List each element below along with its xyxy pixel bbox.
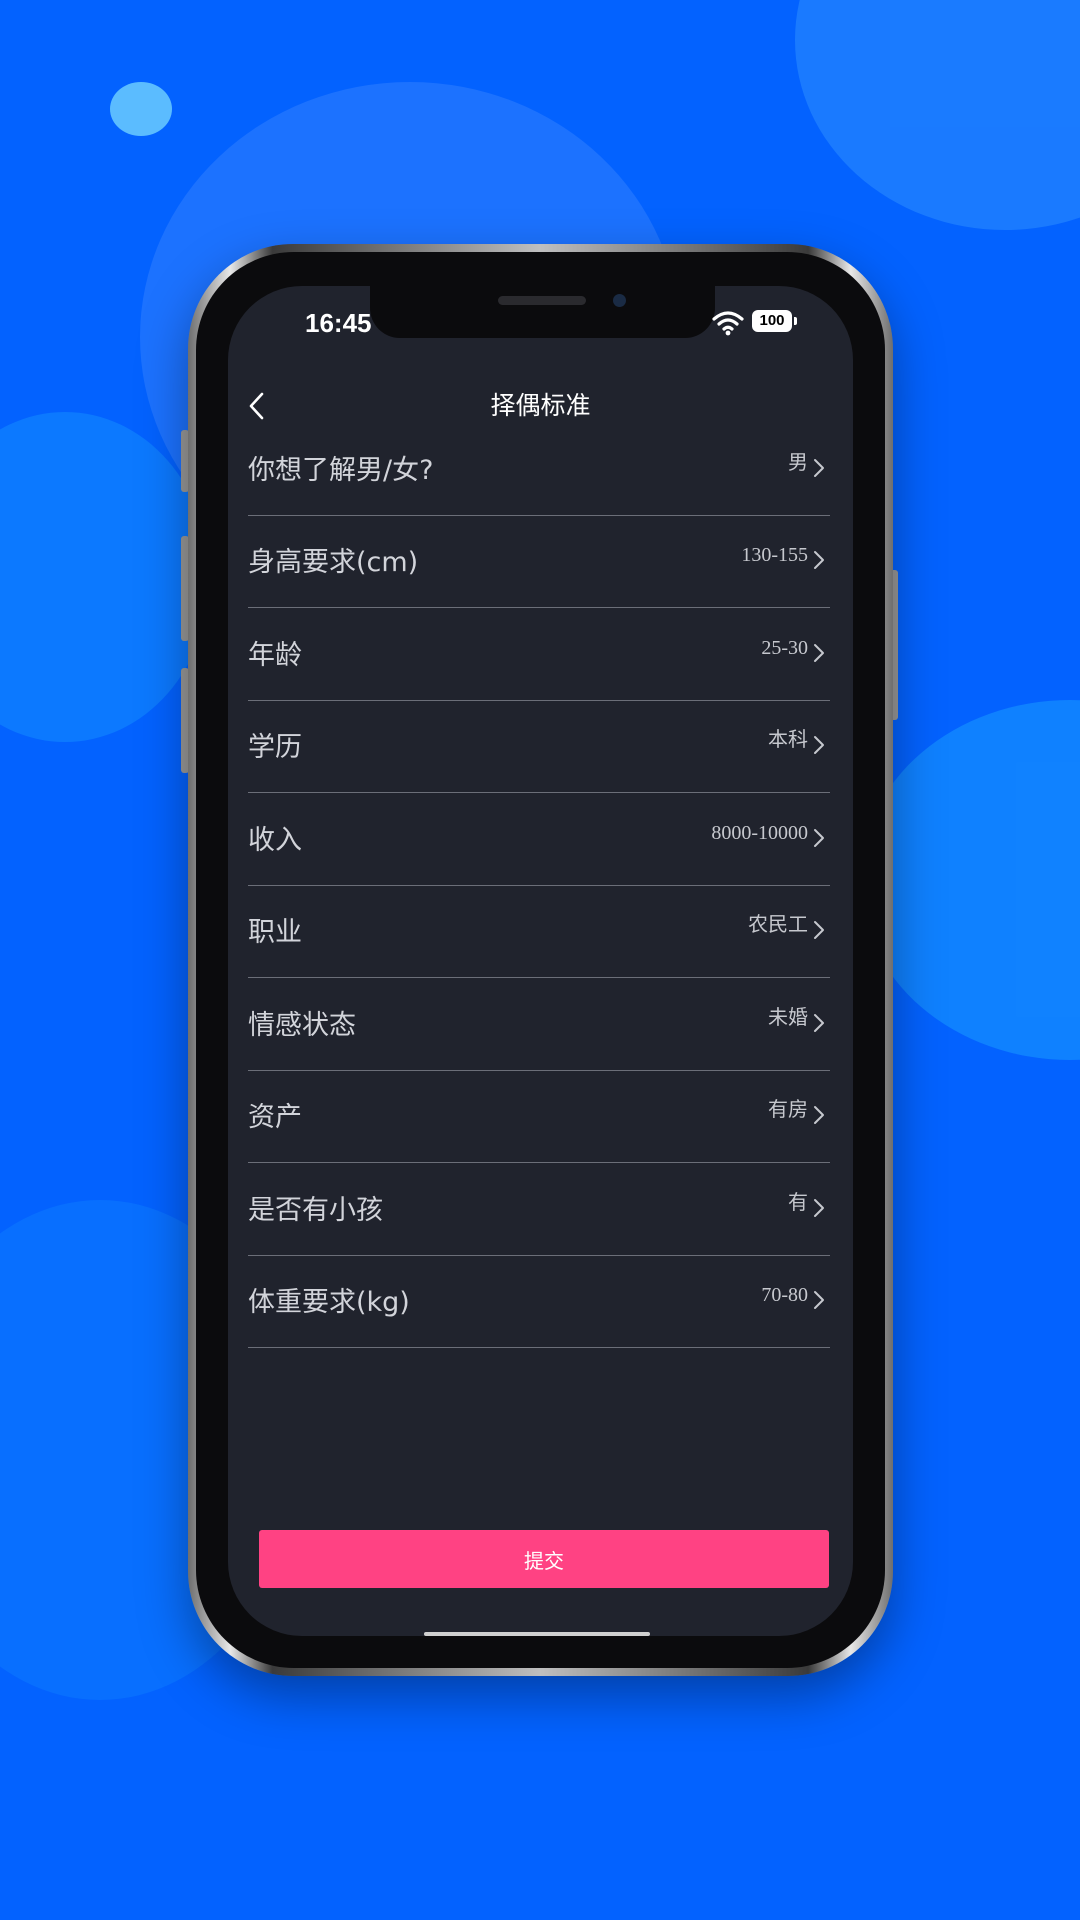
home-indicator — [424, 1632, 650, 1636]
criteria-label: 职业 — [248, 917, 302, 948]
wifi-icon — [712, 311, 744, 336]
criteria-label: 资产 — [248, 1102, 302, 1133]
chevron-right-icon — [814, 1106, 824, 1124]
decor-dot — [110, 82, 172, 136]
decor-circle — [860, 700, 1080, 1060]
criteria-value: 未婚 — [768, 1006, 808, 1029]
decor-circle — [795, 0, 1080, 230]
criteria-value: 男 — [788, 451, 808, 474]
criteria-value: 有 — [788, 1191, 808, 1214]
criteria-label: 收入 — [248, 824, 302, 856]
criteria-row[interactable]: 是否有小孩 有 — [248, 1163, 830, 1256]
criteria-label: 情感状态 — [248, 1009, 356, 1041]
speaker — [498, 296, 586, 305]
criteria-value: 70-80 — [761, 1284, 808, 1306]
criteria-row[interactable]: 你想了解男/女? 男 — [248, 423, 830, 516]
criteria-label: 是否有小孩 — [248, 1194, 383, 1226]
criteria-value: 8000-10000 — [711, 821, 808, 844]
chevron-right-icon — [814, 1198, 824, 1217]
criteria-row[interactable]: 体重要求(kg) 70-80 — [248, 1256, 830, 1348]
submit-button[interactable]: 提交 — [259, 1530, 829, 1588]
criteria-value: 25-30 — [761, 636, 808, 659]
chevron-right-icon — [814, 1291, 824, 1309]
criteria-row[interactable]: 资产 有房 — [248, 1071, 830, 1163]
criteria-value: 有房 — [768, 1099, 808, 1121]
criteria-value: 130-155 — [741, 544, 808, 566]
criteria-row[interactable]: 情感状态 未婚 — [248, 978, 830, 1071]
status-time: 16:45 — [305, 308, 372, 338]
chevron-right-icon — [814, 921, 824, 939]
criteria-label: 年龄 — [248, 639, 302, 671]
criteria-value: 本科 — [768, 729, 808, 751]
criteria-list: 你想了解男/女? 男 身高要求(cm) 130-155 年龄 25-30 学历 … — [248, 423, 830, 1348]
chevron-right-icon — [814, 736, 824, 754]
battery-indicator: 100 — [752, 310, 797, 332]
chevron-right-icon — [814, 458, 824, 477]
criteria-row[interactable]: 职业 农民工 — [248, 886, 830, 978]
criteria-label: 身高要求(cm) — [248, 547, 419, 578]
front-camera — [613, 294, 626, 307]
criteria-label: 你想了解男/女? — [248, 454, 434, 486]
chevron-right-icon — [814, 828, 824, 847]
notch — [370, 286, 715, 338]
criteria-value: 农民工 — [748, 914, 808, 936]
page-title: 择偶标准 — [490, 391, 591, 420]
chevron-right-icon — [814, 551, 824, 569]
criteria-row[interactable]: 学历 本科 — [248, 701, 830, 793]
chevron-right-icon — [814, 1013, 824, 1032]
criteria-row[interactable]: 收入 8000-10000 — [248, 793, 830, 886]
criteria-label: 体重要求(kg) — [248, 1287, 410, 1318]
criteria-row[interactable]: 身高要求(cm) 130-155 — [248, 516, 830, 608]
app-screen: 16:45 100 择偶标准 你想了解男/女? 男 身高要求(cm) 130-1… — [228, 286, 853, 1636]
chevron-right-icon — [814, 643, 824, 662]
criteria-label: 学历 — [248, 732, 302, 763]
promo-background: 16:45 100 择偶标准 你想了解男/女? 男 身高要求(cm) 130-1… — [0, 0, 1080, 1920]
criteria-row[interactable]: 年龄 25-30 — [248, 608, 830, 701]
